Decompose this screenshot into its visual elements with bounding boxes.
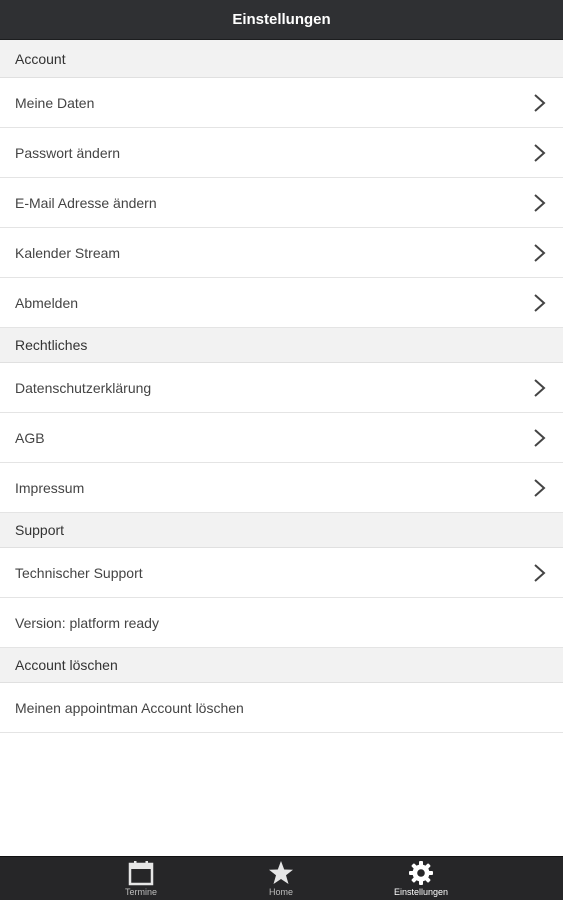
settings-item-email[interactable]: E-Mail Adresse ändern [0, 178, 563, 228]
delete-account-label: Meinen appointman Account löschen [15, 699, 244, 716]
settings-item-label: AGB [15, 429, 45, 446]
section-header-account: Account [0, 40, 563, 78]
tab-termine[interactable]: Termine [71, 857, 211, 900]
settings-item-technischer-support[interactable]: Technischer Support [0, 548, 563, 598]
settings-item-impressum[interactable]: Impressum [0, 463, 563, 513]
tab-bar: Termine Home Einstellungen [0, 856, 563, 900]
section-header-delete: Account löschen [0, 648, 563, 683]
gear-icon [409, 861, 433, 885]
settings-item-agb[interactable]: AGB [0, 413, 563, 463]
calendar-icon [128, 861, 154, 886]
section-header-support: Support [0, 513, 563, 548]
tab-home[interactable]: Home [211, 857, 351, 900]
chevron-right-icon [534, 428, 546, 447]
settings-list: Account Meine Daten Passwort ändern E-Ma… [0, 40, 563, 733]
delete-account-button[interactable]: Meinen appointman Account löschen [0, 683, 563, 733]
settings-item-label: Impressum [15, 479, 85, 496]
settings-item-label: Abmelden [15, 294, 79, 311]
chevron-right-icon [534, 478, 546, 497]
settings-item-abmelden[interactable]: Abmelden [0, 278, 563, 328]
settings-item-label: Kalender Stream [15, 244, 121, 261]
settings-item-kalender-stream[interactable]: Kalender Stream [0, 228, 563, 278]
settings-item-label: Datenschutzerklärung [15, 379, 152, 396]
chevron-right-icon [534, 143, 546, 162]
tab-label: Home [268, 887, 293, 897]
settings-item-label: E-Mail Adresse ändern [15, 194, 157, 211]
chevron-right-icon [534, 93, 546, 112]
chevron-right-icon [534, 293, 546, 312]
star-icon [269, 861, 293, 884]
chevron-right-icon [534, 193, 546, 212]
settings-item-passwort[interactable]: Passwort ändern [0, 128, 563, 178]
tab-label: Termine [124, 887, 157, 897]
tab-einstellungen[interactable]: Einstellungen [351, 857, 491, 900]
app-header: Einstellungen [0, 0, 563, 40]
chevron-right-icon [534, 563, 546, 582]
section-header-legal: Rechtliches [0, 328, 563, 363]
tab-label: Einstellungen [393, 887, 449, 897]
settings-item-label: Meine Daten [15, 94, 95, 111]
page-title: Einstellungen [232, 11, 331, 28]
version-info: Version: platform ready [0, 598, 563, 648]
version-text: Version: platform ready [15, 614, 159, 631]
settings-item-datenschutz[interactable]: Datenschutzerklärung [0, 363, 563, 413]
settings-item-label: Technischer Support [15, 564, 143, 581]
chevron-right-icon [534, 243, 546, 262]
settings-item-meine-daten[interactable]: Meine Daten [0, 78, 563, 128]
settings-item-label: Passwort ändern [15, 144, 121, 161]
chevron-right-icon [534, 378, 546, 397]
